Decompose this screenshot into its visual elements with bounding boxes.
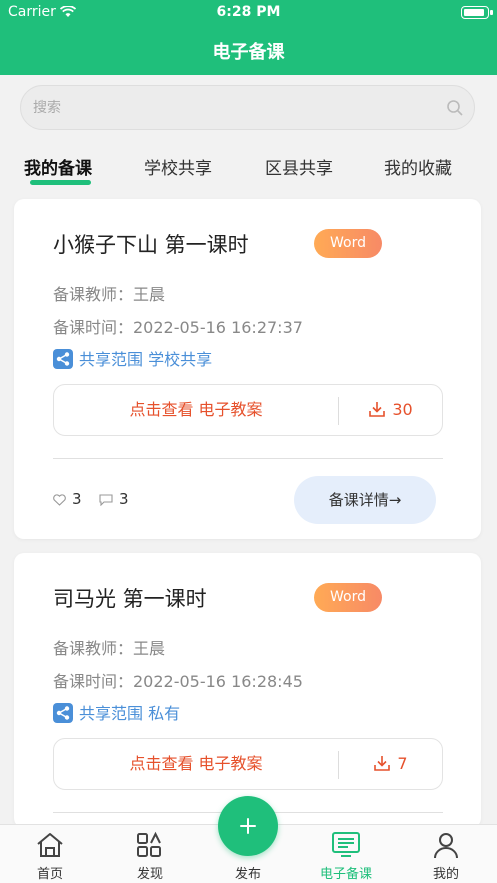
download-icon [369,402,386,417]
tab-my-favorites[interactable]: 我的收藏 [384,154,452,179]
download-button[interactable]: 30 [339,385,442,435]
lesson-title[interactable]: 小猴子下山 第一课时 [53,229,249,259]
tab-my-lessons[interactable]: 我的备课 [24,154,92,179]
nav-home[interactable]: 首页 [10,825,90,883]
tab-bar: 我的备课 学校共享 区县共享 我的收藏 [0,150,497,190]
battery-icon [461,6,493,19]
status-time: 6:28 PM [216,4,281,20]
search-input[interactable] [33,98,433,118]
home-icon [37,833,63,857]
like-count: 3 [72,490,82,508]
nav-profile[interactable]: 我的 [406,825,486,883]
download-icon [374,756,391,771]
nav-discover-label: 发现 [136,867,163,882]
lesson-card: 司马光 第一课时 Word 备课教师：王晨 备课时间：2022-05-16 16… [14,553,481,828]
nav-discover[interactable]: 发现 [110,825,190,883]
file-type-badge: Word [314,229,382,258]
view-lesson-plan-button[interactable]: 点击查看 电子教案 [54,385,338,435]
download-count: 30 [392,400,413,419]
share-scope-label: 共享范围 学校共享 [79,350,213,369]
tab-school-shared[interactable]: 学校共享 [144,154,212,179]
lesson-detail-button[interactable]: 备课详情→ [294,476,436,524]
file-type-badge: Word [314,583,382,612]
comment-stat[interactable]: 3 [99,490,129,508]
like-stat[interactable]: 3 [53,490,82,508]
tab-district-shared[interactable]: 区县共享 [265,154,333,179]
nav-lessons[interactable]: 电子备课 [306,825,386,883]
heart-icon [53,494,66,506]
share-icon [53,349,73,369]
grid-icon [137,831,161,857]
lesson-teacher: 备课教师：王晨 [53,285,166,304]
user-icon [434,833,458,859]
download-button[interactable]: 7 [339,739,442,789]
share-scope[interactable]: 共享范围 学校共享 [53,346,212,370]
lesson-title[interactable]: 司马光 第一课时 [53,583,207,613]
status-bar: Carrier 6:28 PM [0,4,497,22]
nav-home-label: 首页 [36,867,63,882]
view-lesson-plan-button[interactable]: 点击查看 电子教案 [54,739,338,789]
lesson-teacher: 备课教师：王晨 [53,639,166,658]
share-scope-label: 共享范围 私有 [79,704,181,723]
tab-active-indicator [30,180,91,185]
nav-profile-label: 我的 [432,867,459,882]
download-count: 7 [397,754,408,773]
page-title: 电子备课 [212,42,285,63]
lesson-action-bar: 点击查看 电子教案 7 [53,738,443,790]
lesson-action-bar: 点击查看 电子教案 30 [53,384,443,436]
lesson-card: 小猴子下山 第一课时 Word 备课教师：王晨 备课时间：2022-05-16 … [14,199,481,539]
lesson-icon [332,832,360,857]
lesson-time: 备课时间：2022-05-16 16:28:45 [53,672,303,691]
comment-icon [99,494,113,507]
share-icon [53,703,73,723]
nav-publish-label: 发布 [234,867,261,882]
search-icon[interactable] [446,99,464,117]
search-bar[interactable] [20,85,475,130]
nav-lessons-label: 电子备课 [319,867,372,882]
publish-fab-button[interactable] [218,796,278,856]
lesson-time: 备课时间：2022-05-16 16:27:37 [53,318,303,337]
card-divider [53,458,443,459]
header-bar: Carrier 6:28 PM 电子备课 [0,0,497,75]
share-scope[interactable]: 共享范围 私有 [53,700,180,724]
comment-count: 3 [119,490,129,508]
